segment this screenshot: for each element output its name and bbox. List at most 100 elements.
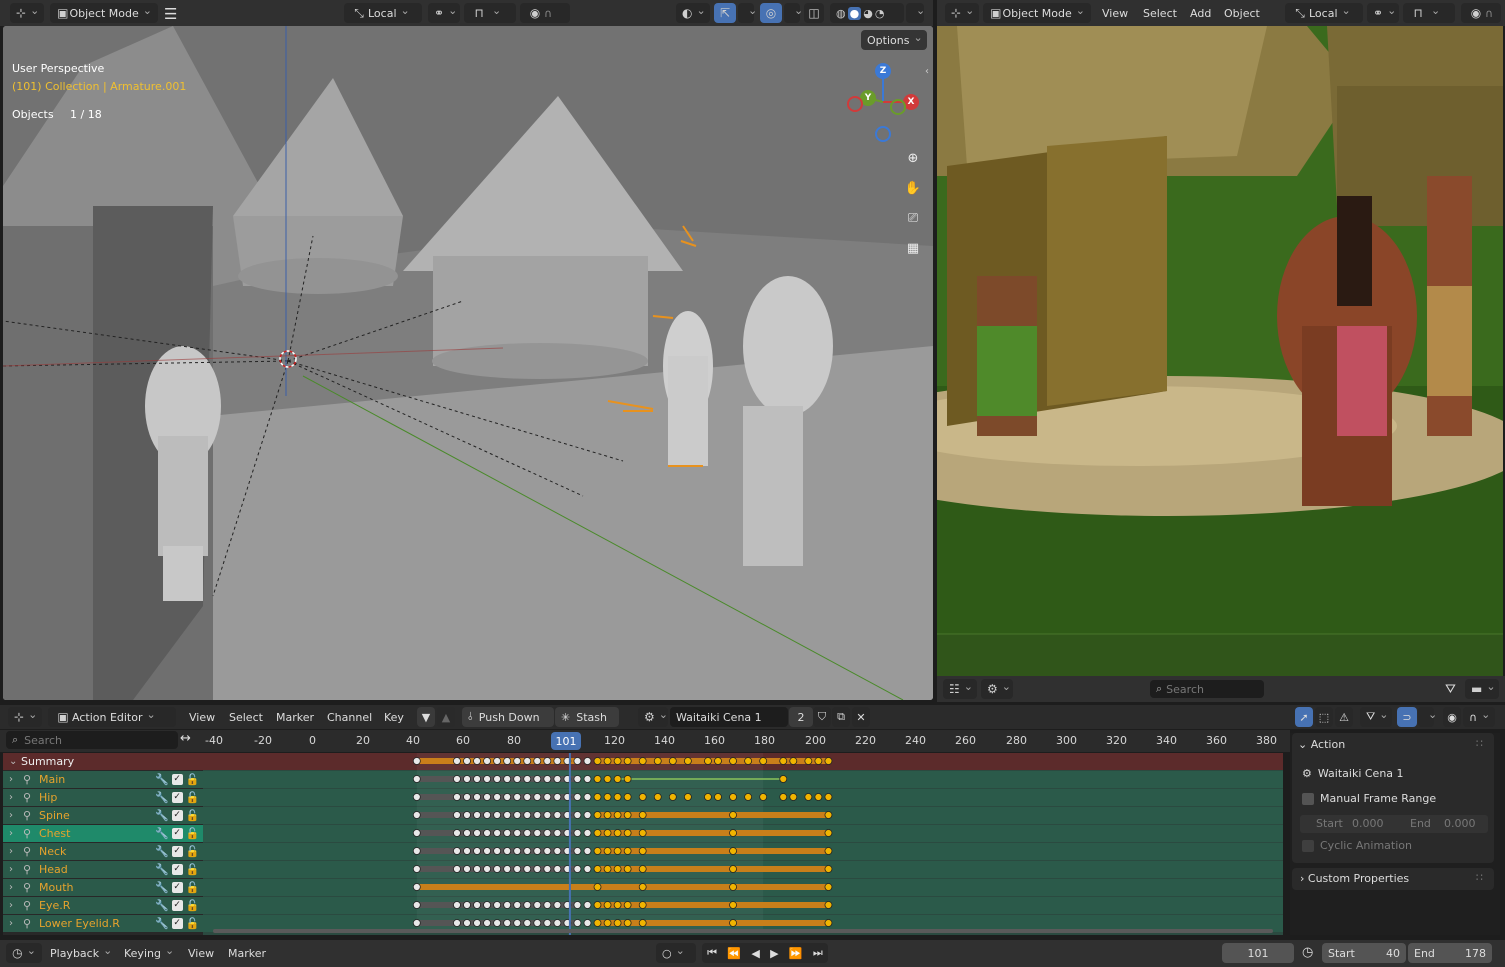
expand-arrow-icon[interactable]: › bbox=[9, 792, 13, 803]
keyframe-white[interactable] bbox=[513, 901, 522, 909]
keyframe-selected[interactable] bbox=[593, 811, 602, 819]
keyframe-selected[interactable] bbox=[824, 919, 833, 927]
keyframe-white[interactable] bbox=[503, 901, 512, 909]
new-collection-dropdown[interactable]: ▬ bbox=[1465, 679, 1499, 699]
keyframe-selected[interactable] bbox=[824, 811, 833, 819]
editor-type-button-right[interactable]: ⊹ bbox=[945, 3, 979, 23]
keyframe-white[interactable] bbox=[493, 829, 502, 837]
keyframe-white[interactable] bbox=[493, 775, 502, 783]
keyframe-white[interactable] bbox=[412, 883, 421, 891]
keyframe-white[interactable] bbox=[533, 847, 542, 855]
action-browse-dropdown[interactable]: ⚙ bbox=[638, 707, 668, 727]
timeline-menu-view[interactable]: View bbox=[188, 940, 214, 966]
action-section-toggle[interactable]: ⌄ Action bbox=[1298, 738, 1345, 751]
lock-icon[interactable]: 🔓 bbox=[186, 791, 200, 804]
keyframe-white[interactable] bbox=[523, 757, 532, 765]
expand-arrow-icon[interactable]: › bbox=[9, 900, 13, 911]
keyframe-selected[interactable] bbox=[623, 757, 632, 765]
use-preview-range-icon[interactable]: ◷ bbox=[1302, 945, 1313, 960]
keyframe-white[interactable] bbox=[523, 829, 532, 837]
keyframe-white[interactable] bbox=[483, 793, 491, 801]
keyframe-white[interactable] bbox=[473, 793, 481, 801]
expand-arrow-icon[interactable]: › bbox=[9, 774, 13, 785]
channel-enable-checkbox[interactable]: ✓ bbox=[171, 918, 183, 929]
keyframe-white[interactable] bbox=[533, 901, 542, 909]
keyframe-selected[interactable] bbox=[804, 757, 813, 765]
keyframe-white[interactable] bbox=[483, 847, 491, 855]
drag-handle-icon[interactable]: ∷ bbox=[1476, 871, 1483, 884]
keying-menu[interactable]: Keying bbox=[118, 943, 180, 963]
keyframe-white[interactable] bbox=[573, 793, 582, 801]
keyframe-white[interactable] bbox=[412, 919, 421, 927]
proportional-edit-toggle[interactable]: ◉ ∩ bbox=[520, 3, 570, 23]
keyframe-canvas[interactable] bbox=[203, 753, 1283, 935]
sidebar-toggle-arrow-icon[interactable]: ‹ bbox=[925, 66, 929, 77]
stash-button[interactable]: ✳ Stash bbox=[555, 707, 619, 727]
channel-enable-checkbox[interactable]: ✓ bbox=[171, 882, 183, 893]
keyframe-white[interactable] bbox=[463, 847, 471, 855]
channel-row-mouth[interactable]: › ⚲ Mouth 🔧 ✓ 🔓 bbox=[3, 879, 203, 896]
keyframe-selected[interactable] bbox=[704, 793, 712, 801]
keyframe-white[interactable] bbox=[513, 829, 522, 837]
fake-user-button[interactable]: ⛉ bbox=[813, 707, 831, 727]
drag-handle-icon[interactable]: ∷ bbox=[1476, 737, 1483, 750]
keyframe-white[interactable] bbox=[573, 811, 582, 819]
timeline-editor-type[interactable]: ◷ bbox=[6, 943, 42, 963]
keyframe-white[interactable] bbox=[543, 847, 552, 855]
keyframe-white[interactable] bbox=[473, 865, 481, 873]
current-frame-field[interactable]: 101 bbox=[1222, 943, 1294, 963]
keyframe-selected[interactable] bbox=[638, 757, 647, 765]
lock-icon[interactable]: 🔓 bbox=[186, 881, 200, 894]
solid-shading-icon[interactable]: ● bbox=[847, 6, 862, 20]
swap-arrows-icon[interactable]: ↔ bbox=[180, 731, 191, 746]
keyframe-white[interactable] bbox=[523, 865, 532, 873]
keyframe-selected[interactable] bbox=[789, 793, 798, 801]
expand-arrow-icon[interactable]: › bbox=[9, 882, 13, 893]
channel-row-spine[interactable]: › ⚲ Spine 🔧 ✓ 🔓 bbox=[3, 807, 203, 824]
keyframe-white[interactable] bbox=[513, 865, 522, 873]
keyframe-white[interactable] bbox=[473, 847, 481, 855]
overlays-toggle[interactable]: ◎ bbox=[760, 3, 782, 23]
ae-menu-select[interactable]: Select bbox=[229, 705, 263, 729]
keyframe-selected[interactable] bbox=[603, 919, 612, 927]
cyclic-animation-checkbox[interactable]: Cyclic Animation bbox=[1302, 839, 1412, 852]
expand-arrow-icon[interactable]: › bbox=[9, 846, 13, 857]
jump-start-icon[interactable]: ⏮ bbox=[707, 946, 717, 960]
lock-icon[interactable]: 🔓 bbox=[186, 863, 200, 876]
keyframe-selected[interactable] bbox=[729, 847, 737, 855]
keyframe-white[interactable] bbox=[412, 901, 421, 909]
unlink-action-button[interactable]: ✕ bbox=[852, 707, 870, 727]
keyframe-white[interactable] bbox=[453, 829, 461, 837]
transform-orientation-dropdown-right[interactable]: ⤡ Local bbox=[1285, 3, 1363, 23]
ae-channel-search[interactable]: ⌕ Search bbox=[6, 731, 178, 749]
keyframe-selected[interactable] bbox=[623, 811, 632, 819]
keyframe-selected[interactable] bbox=[653, 757, 662, 765]
keyframe-white[interactable] bbox=[412, 775, 421, 783]
keyframe-white[interactable] bbox=[573, 901, 582, 909]
keyframe-selected[interactable] bbox=[824, 865, 833, 873]
keyframe-white[interactable] bbox=[503, 793, 512, 801]
keyframe-selected[interactable] bbox=[593, 901, 602, 909]
keyframe-white[interactable] bbox=[513, 757, 522, 765]
keyframe-white[interactable] bbox=[473, 757, 481, 765]
channel-row-neck[interactable]: › ⚲ Neck 🔧 ✓ 🔓 bbox=[3, 843, 203, 860]
keyframe-white[interactable] bbox=[513, 793, 522, 801]
gizmo-dropdown[interactable] bbox=[738, 3, 754, 23]
lock-icon[interactable]: 🔓 bbox=[186, 809, 200, 822]
menu-select[interactable]: Select bbox=[1143, 0, 1177, 26]
keyframe-selected[interactable] bbox=[613, 811, 622, 819]
keyframe-white[interactable] bbox=[583, 919, 592, 927]
wrench-icon[interactable]: 🔧 bbox=[155, 809, 169, 822]
rendered-shading-icon[interactable]: ◔ bbox=[875, 7, 885, 20]
gizmo-neg-y-axis[interactable] bbox=[890, 99, 906, 115]
keyframe-selected[interactable] bbox=[593, 847, 602, 855]
custom-props-toggle[interactable]: › Custom Properties bbox=[1300, 872, 1409, 885]
keyframe-white[interactable] bbox=[483, 757, 491, 765]
shading-buttons[interactable]: ◍ ● ◕ ◔ bbox=[830, 3, 904, 23]
keyframe-white[interactable] bbox=[573, 865, 582, 873]
channel-enable-checkbox[interactable]: ✓ bbox=[171, 864, 183, 875]
keyframe-white[interactable] bbox=[553, 793, 562, 801]
keyframe-selected[interactable] bbox=[613, 901, 622, 909]
filter-mode-dropdown[interactable]: ⚙ bbox=[981, 679, 1013, 699]
jump-end-icon[interactable]: ⏭ bbox=[813, 946, 823, 960]
